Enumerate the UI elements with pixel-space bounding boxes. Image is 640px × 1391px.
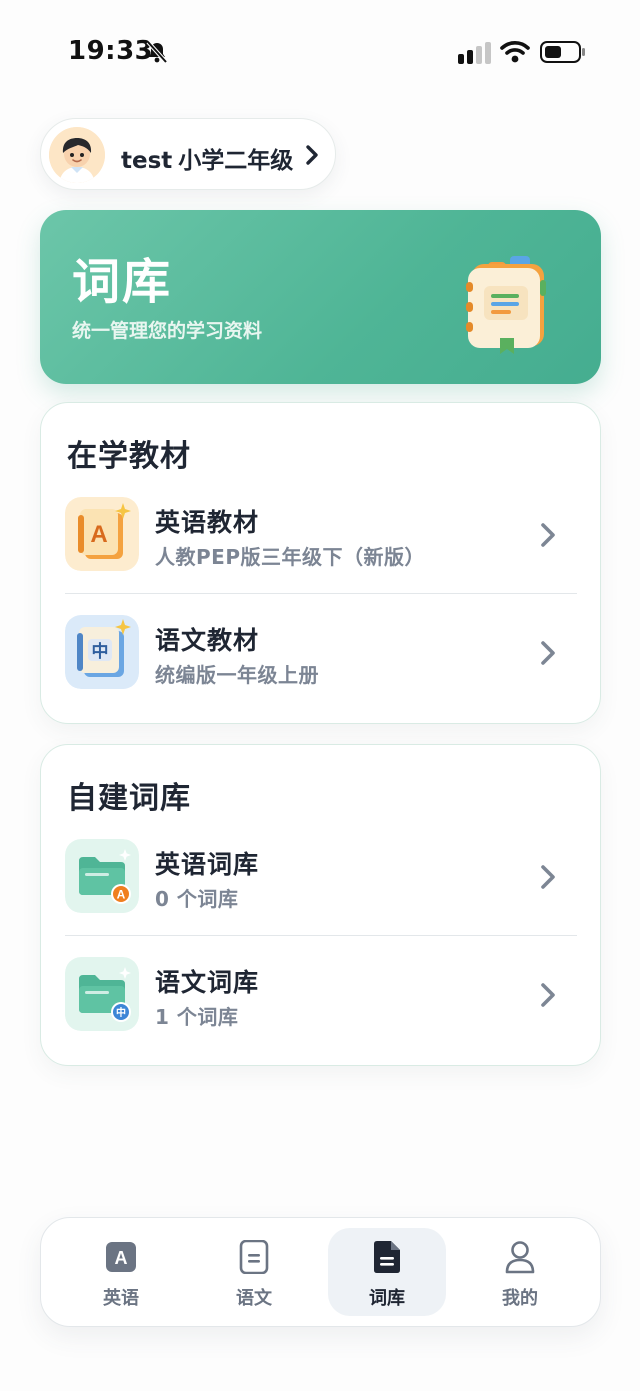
boy-avatar-icon (49, 127, 105, 183)
chevron-right-icon (541, 641, 555, 665)
chevron-right-icon (306, 145, 318, 165)
notebook-icon (466, 256, 546, 354)
row-subtitle: 统编版一年级上册 (155, 663, 319, 687)
avatar (49, 127, 105, 183)
signal-icon (458, 42, 491, 64)
bottom-tab-bar: A 英语 语文 词库 我的 (40, 1217, 601, 1327)
svg-text:A: A (117, 888, 126, 902)
tab-english[interactable]: A 英语 (62, 1228, 180, 1316)
tab-label: 我的 (502, 1288, 538, 1309)
chinese-book-icon: 中 (65, 615, 139, 689)
bell-off-icon (146, 40, 168, 64)
row-title: 英语教材 (155, 508, 260, 537)
document-icon (239, 1240, 269, 1274)
battery-icon (540, 41, 585, 63)
chevron-right-icon (541, 865, 555, 889)
profile-label: test 小学二年级 (121, 141, 293, 175)
wifi-icon (500, 41, 530, 63)
english-book-icon: A (65, 497, 139, 571)
divider (65, 935, 577, 936)
list-item-english-wordbank[interactable]: A 英语词库 0 个词库 (41, 827, 600, 945)
svg-text:A: A (90, 521, 107, 548)
chevron-right-icon (541, 523, 555, 547)
chinese-folder-icon: 中 (65, 957, 139, 1031)
svg-text:A: A (115, 1248, 128, 1268)
english-folder-icon: A (65, 839, 139, 913)
list-item-chinese-wordbank[interactable]: 中 语文词库 1 个词库 (41, 945, 600, 1063)
studying-textbooks-card: 在学教材 A 英语教材 人教PEP版三年级下（新版） 中 语文教材 统编版一年级… (40, 402, 601, 724)
tab-chinese[interactable]: 语文 (195, 1228, 313, 1316)
profile-switcher[interactable]: test 小学二年级 (40, 118, 336, 190)
row-title: 英语词库 (155, 850, 260, 879)
wordbank-doc-icon (374, 1241, 400, 1273)
profile-grade: 小学二年级 (178, 148, 294, 174)
row-title: 语文教材 (155, 626, 260, 655)
custom-wordbank-card: 自建词库 A 英语词库 0 个词库 中 语文词库 1 个词库 (40, 744, 601, 1066)
tab-label: 英语 (103, 1288, 139, 1309)
tab-label: 词库 (369, 1288, 405, 1309)
status-time: 19:33 (68, 36, 154, 66)
card-title: 自建词库 (67, 781, 191, 816)
chevron-right-icon (541, 983, 555, 1007)
divider (65, 593, 577, 594)
row-subtitle: 1 个词库 (155, 1005, 239, 1029)
banner-title: 词库 (72, 254, 173, 310)
svg-text:中: 中 (116, 1006, 126, 1019)
row-subtitle: 0 个词库 (155, 887, 239, 911)
svg-text:中: 中 (92, 641, 109, 662)
list-item-english-textbook[interactable]: A 英语教材 人教PEP版三年级下（新版） (41, 485, 600, 603)
tab-label: 语文 (236, 1288, 272, 1309)
tab-wordbank[interactable]: 词库 (328, 1228, 446, 1316)
tab-profile[interactable]: 我的 (461, 1228, 579, 1316)
card-title: 在学教材 (67, 439, 191, 474)
person-icon (505, 1241, 535, 1274)
profile-name: test (121, 148, 173, 174)
row-subtitle: 人教PEP版三年级下（新版） (155, 545, 425, 569)
wordbank-banner: 词库 统一管理您的学习资料 (40, 210, 601, 384)
row-title: 语文词库 (155, 968, 260, 997)
banner-subtitle: 统一管理您的学习资料 (72, 320, 263, 342)
status-bar: 19:33 (0, 0, 640, 100)
english-a-icon: A (106, 1242, 136, 1272)
list-item-chinese-textbook[interactable]: 中 语文教材 统编版一年级上册 (41, 603, 600, 721)
